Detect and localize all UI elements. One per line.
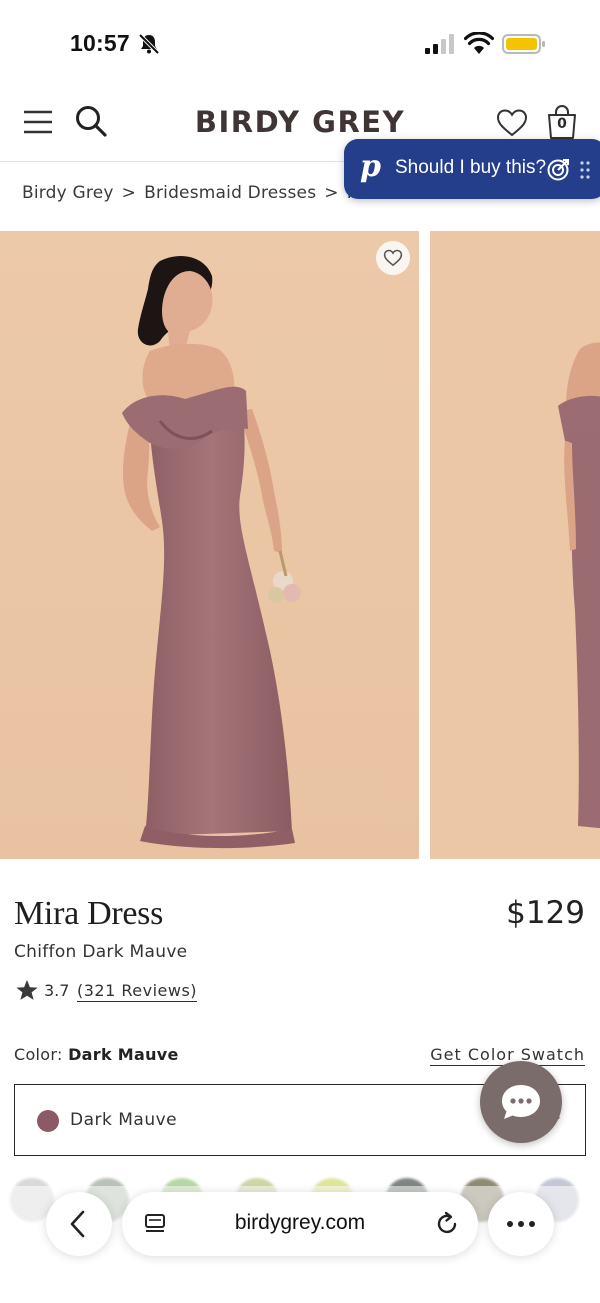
- product-image-main[interactable]: [0, 231, 419, 859]
- product-subtitle: Chiffon Dark Mauve: [14, 942, 188, 962]
- product-price: $129: [506, 895, 585, 931]
- reviews-link[interactable]: (321 Reviews): [77, 981, 198, 1002]
- breadcrumb-separator: >: [121, 183, 137, 203]
- wifi-icon: [464, 32, 494, 54]
- rating-value: 3.7: [44, 981, 70, 1000]
- chat-bubble-icon: [502, 1085, 540, 1119]
- breadcrumb-item-home[interactable]: Birdy Grey: [22, 183, 114, 203]
- product-title: Mira Dress: [14, 895, 164, 932]
- assistant-pill-button[interactable]: p Should I buy this?: [344, 139, 600, 199]
- target-icon: [547, 159, 569, 181]
- color-value: Dark Mauve: [68, 1045, 179, 1064]
- heart-icon: [383, 249, 403, 267]
- drag-handle-icon[interactable]: [579, 160, 591, 180]
- battery-icon: [502, 34, 545, 54]
- breadcrumb-separator: >: [324, 183, 339, 203]
- browser-address-bar[interactable]: birdygrey.com: [122, 1192, 478, 1256]
- status-bar: 10:57: [0, 0, 600, 88]
- product-image-secondary[interactable]: [430, 231, 600, 859]
- browser-more-button[interactable]: [488, 1192, 554, 1256]
- mute-icon: [138, 33, 160, 55]
- model-photo-secondary: [430, 231, 600, 859]
- star-icon: [16, 980, 38, 1000]
- selected-color-swatch: [37, 1110, 59, 1132]
- reload-icon[interactable]: [434, 1211, 460, 1237]
- product-gallery[interactable]: [0, 231, 600, 859]
- image-wishlist-button[interactable]: [376, 241, 410, 275]
- cart-icon[interactable]: [546, 104, 578, 140]
- model-photo: [0, 231, 419, 859]
- assistant-logo: p: [360, 149, 381, 184]
- back-icon: [70, 1210, 85, 1238]
- color-label: Color: Dark Mauve: [14, 1045, 179, 1064]
- browser-back-button[interactable]: [46, 1192, 112, 1256]
- wishlist-icon[interactable]: [496, 108, 528, 138]
- chat-button[interactable]: [480, 1061, 562, 1143]
- more-icon: [507, 1221, 535, 1227]
- color-label-text: Color:: [14, 1045, 63, 1064]
- url-text: birdygrey.com: [234, 1211, 366, 1234]
- assistant-prompt-text: Should I buy this?: [395, 157, 547, 178]
- signal-icon: [425, 34, 454, 54]
- status-time: 10:57: [70, 30, 130, 56]
- breadcrumb-item-bridesmaid-dresses[interactable]: Bridesmaid Dresses: [144, 183, 316, 203]
- selected-color-value: Dark Mauve: [70, 1110, 178, 1130]
